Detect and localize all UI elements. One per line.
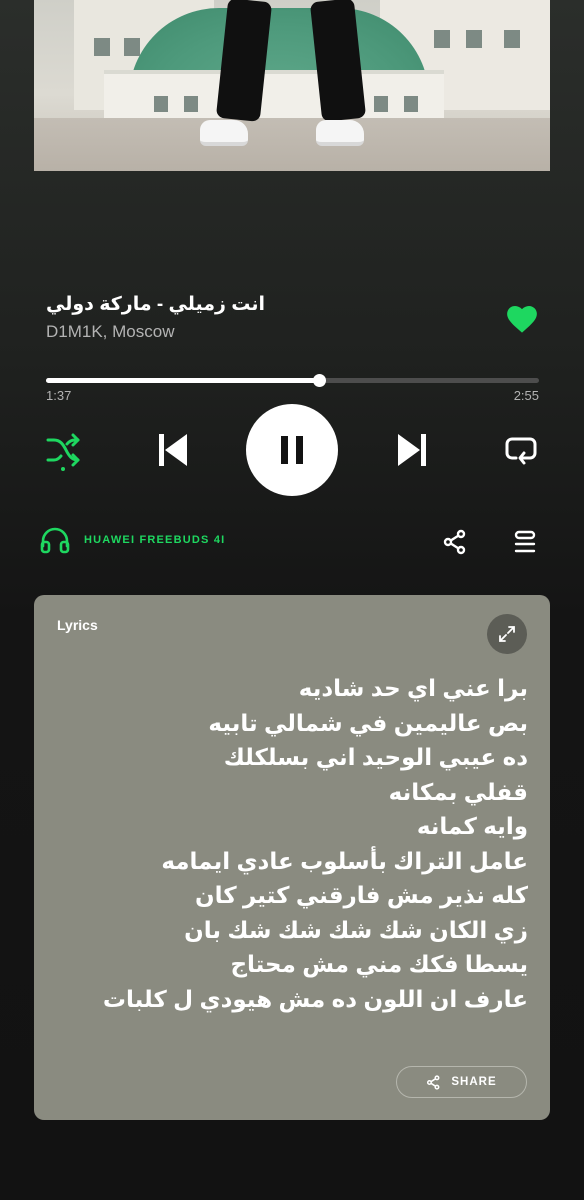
shuffle-icon[interactable] bbox=[40, 428, 86, 474]
seek-bar[interactable] bbox=[46, 374, 539, 387]
lyric-line: عامل التراك بأسلوب عادي ايمامه bbox=[161, 847, 528, 874]
lyric-line: يسطا فكك مني مش محتاج bbox=[230, 951, 528, 977]
art-window bbox=[404, 96, 418, 112]
track-title[interactable]: انت زميلي - ماركة دولي bbox=[46, 292, 486, 318]
lyric-line: كله نذير مش فارقني كتير كان bbox=[194, 882, 528, 908]
album-art bbox=[34, 0, 550, 171]
headphones-icon bbox=[40, 527, 70, 554]
lyric-line: برا عني اي حد شاديه bbox=[298, 675, 528, 701]
track-info: انت زميلي - ماركة دولي D1M1K, Moscow bbox=[46, 292, 486, 343]
lyrics-share-button[interactable]: SHARE bbox=[396, 1066, 527, 1098]
total-time: 2:55 bbox=[513, 388, 539, 403]
current-time: 1:37 bbox=[46, 388, 72, 403]
now-playing-screen: انت زميلي - ماركة دولي D1M1K, Moscow 1:3… bbox=[0, 0, 584, 1200]
repeat-icon[interactable] bbox=[498, 428, 544, 472]
lyrics-card[interactable]: Lyrics برا عني اي حد شاديه بص عاليمين في… bbox=[34, 595, 550, 1120]
art-window bbox=[504, 30, 520, 48]
device-label: HUAWEI FREEBUDS 4I bbox=[84, 534, 226, 546]
art-window bbox=[434, 30, 450, 48]
seek-bar-fill bbox=[46, 378, 320, 383]
lyrics-label: Lyrics bbox=[57, 617, 98, 633]
lyric-line: قفلي بمكانه bbox=[388, 778, 528, 805]
lyrics-lines: برا عني اي حد شاديه بص عاليمين في شمالي … bbox=[58, 671, 528, 1016]
lyric-line: ده عيبي الوحيد اني بسلكلك bbox=[223, 744, 528, 770]
share-icon bbox=[427, 1074, 440, 1090]
art-shoe-right bbox=[316, 120, 364, 146]
art-window bbox=[154, 96, 168, 112]
connected-device[interactable]: HUAWEI FREEBUDS 4I bbox=[40, 526, 225, 554]
heart-icon[interactable] bbox=[505, 302, 539, 334]
track-artist[interactable]: D1M1K, Moscow bbox=[46, 321, 486, 343]
skip-next-icon[interactable] bbox=[389, 428, 435, 472]
art-shoe-left bbox=[200, 120, 248, 146]
art-window bbox=[374, 96, 388, 112]
art-ground bbox=[34, 118, 550, 171]
lyric-line: عارف ان اللون ده مش هيودي ل كلبات bbox=[102, 985, 528, 1012]
skip-previous-icon[interactable] bbox=[150, 428, 196, 472]
art-window bbox=[466, 30, 482, 48]
pause-icon bbox=[281, 436, 303, 464]
lyric-line: بص عاليمين في شمالي تابيه bbox=[208, 709, 528, 736]
share-icon[interactable] bbox=[440, 527, 470, 557]
lyric-line: زي الكان شك شك شك شك بان bbox=[184, 916, 528, 943]
play-pause-button[interactable] bbox=[246, 404, 338, 496]
art-window bbox=[184, 96, 198, 112]
art-window bbox=[124, 38, 140, 56]
art-window bbox=[94, 38, 110, 56]
share-label: SHARE bbox=[451, 1076, 497, 1088]
expand-icon[interactable] bbox=[487, 614, 527, 654]
seek-bar-handle[interactable] bbox=[313, 374, 327, 387]
queue-icon[interactable] bbox=[510, 527, 540, 557]
lyric-line: وايه كمانه bbox=[416, 813, 528, 839]
